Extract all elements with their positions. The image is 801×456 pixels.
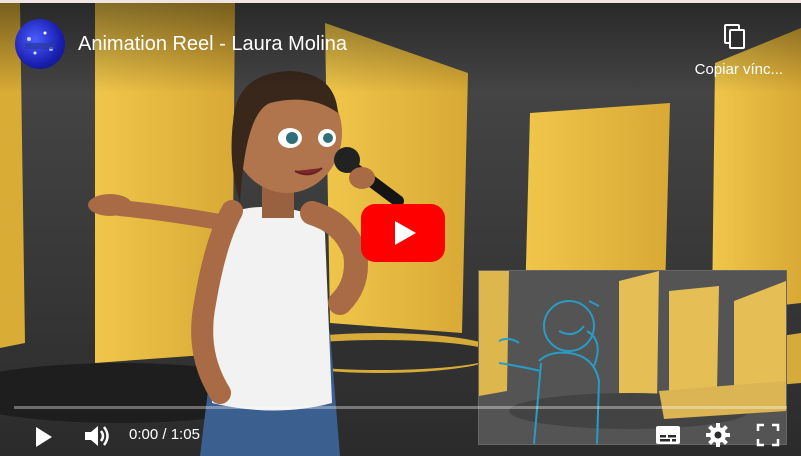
player-controls: 0:00 / 1:05 xyxy=(0,413,801,456)
time-separator: / xyxy=(158,426,171,443)
gear-icon[interactable] xyxy=(705,422,731,448)
subtitles-icon[interactable] xyxy=(654,423,682,447)
copy-link-icon xyxy=(724,24,745,49)
volume-icon[interactable] xyxy=(82,422,112,450)
title-bar: Animation Reel - Laura Molina Copiar vín… xyxy=(0,3,801,93)
fullscreen-icon[interactable] xyxy=(756,423,780,447)
copy-link-button[interactable]: Copiar vínc... xyxy=(673,23,783,83)
play-icon[interactable] xyxy=(30,424,56,450)
progress-bar[interactable] xyxy=(14,406,787,409)
time-display: 0:00 / 1:05 xyxy=(129,426,200,443)
duration: 1:05 xyxy=(170,426,200,443)
video-player[interactable]: Animation Reel - Laura Molina Copiar vín… xyxy=(0,3,801,456)
copy-link-label: Copiar vínc... xyxy=(694,61,783,78)
current-time: 0:00 xyxy=(129,426,159,443)
avatar-image xyxy=(25,31,55,55)
channel-avatar[interactable] xyxy=(15,19,65,69)
youtube-play-icon[interactable] xyxy=(361,204,445,262)
video-title[interactable]: Animation Reel - Laura Molina xyxy=(78,33,347,56)
